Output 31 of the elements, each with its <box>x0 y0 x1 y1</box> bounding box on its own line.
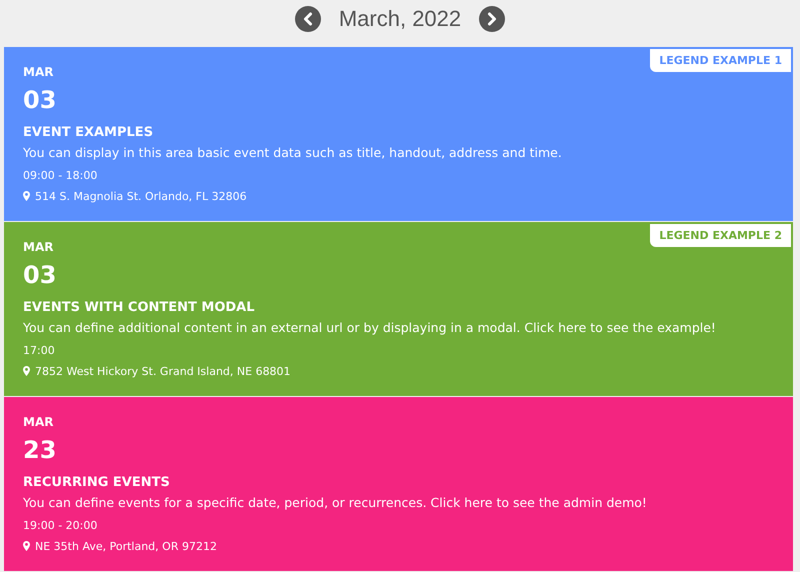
previous-month-button[interactable] <box>294 6 321 32</box>
map-pin-icon <box>23 541 30 551</box>
event-title: EVENTS WITH CONTENT MODAL <box>23 301 255 314</box>
event-card[interactable]: MAR 23 RECURRING EVENTS You can define events for a specific date, period, or recurrences. Click here to see the admin demo! 19:00 - 20:00 NE 35th Ave, Portland, OR 97212 <box>4 397 793 571</box>
next-month-button[interactable] <box>479 6 506 32</box>
event-title: RECURRING EVENTS <box>23 476 170 489</box>
event-time: 17:00 <box>23 344 55 356</box>
map-pin-icon <box>23 191 30 201</box>
map-pin-icon <box>23 366 30 376</box>
event-day: 23 <box>23 438 56 462</box>
event-time: 09:00 - 18:00 <box>23 170 98 180</box>
event-month: MAR <box>23 416 54 428</box>
event-title: EVENT EXAMPLES <box>23 126 154 139</box>
chevron-left-icon <box>302 12 314 26</box>
event-day: 03 <box>23 88 56 112</box>
event-address: NE 35th Ave, Portland, OR 97212 <box>35 540 217 552</box>
legend-tag: LEGEND EXAMPLE 1 <box>650 49 791 72</box>
event-month: MAR <box>23 241 54 253</box>
chevron-right-icon <box>486 12 498 26</box>
month-title: March, 2022 <box>338 5 462 33</box>
event-card[interactable] <box>4 222 793 396</box>
event-time: 19:00 - 20:00 <box>23 520 98 530</box>
event-month: MAR <box>23 66 54 78</box>
event-description: You can define additional content in an external url or by displaying in a modal. Click here to see the example! <box>23 322 716 334</box>
event-address: 7852 West Hickory St. Grand Island, NE 68801 <box>35 366 291 376</box>
event-description: You can define events for a specific date, period, or recurrences. Click here to see the admin demo! <box>23 497 647 510</box>
event-card[interactable]: LEGEND EXAMPLE 1 MAR 03 EVENT EXAMPLES You can display in this area basic event data such as title, handout, address and time. 09:00 - 18:00 514 S. Magnolia St. Orlando, FL 32806 <box>4 47 793 221</box>
event-address: 514 S. Magnolia St. Orlando, FL 32806 <box>35 190 247 202</box>
event-description: You can display in this area basic event data such as title, handout, address and time. <box>23 147 562 160</box>
event-day: 03 <box>23 263 56 287</box>
legend-tag: LEGEND EXAMPLE 2 <box>650 224 791 247</box>
